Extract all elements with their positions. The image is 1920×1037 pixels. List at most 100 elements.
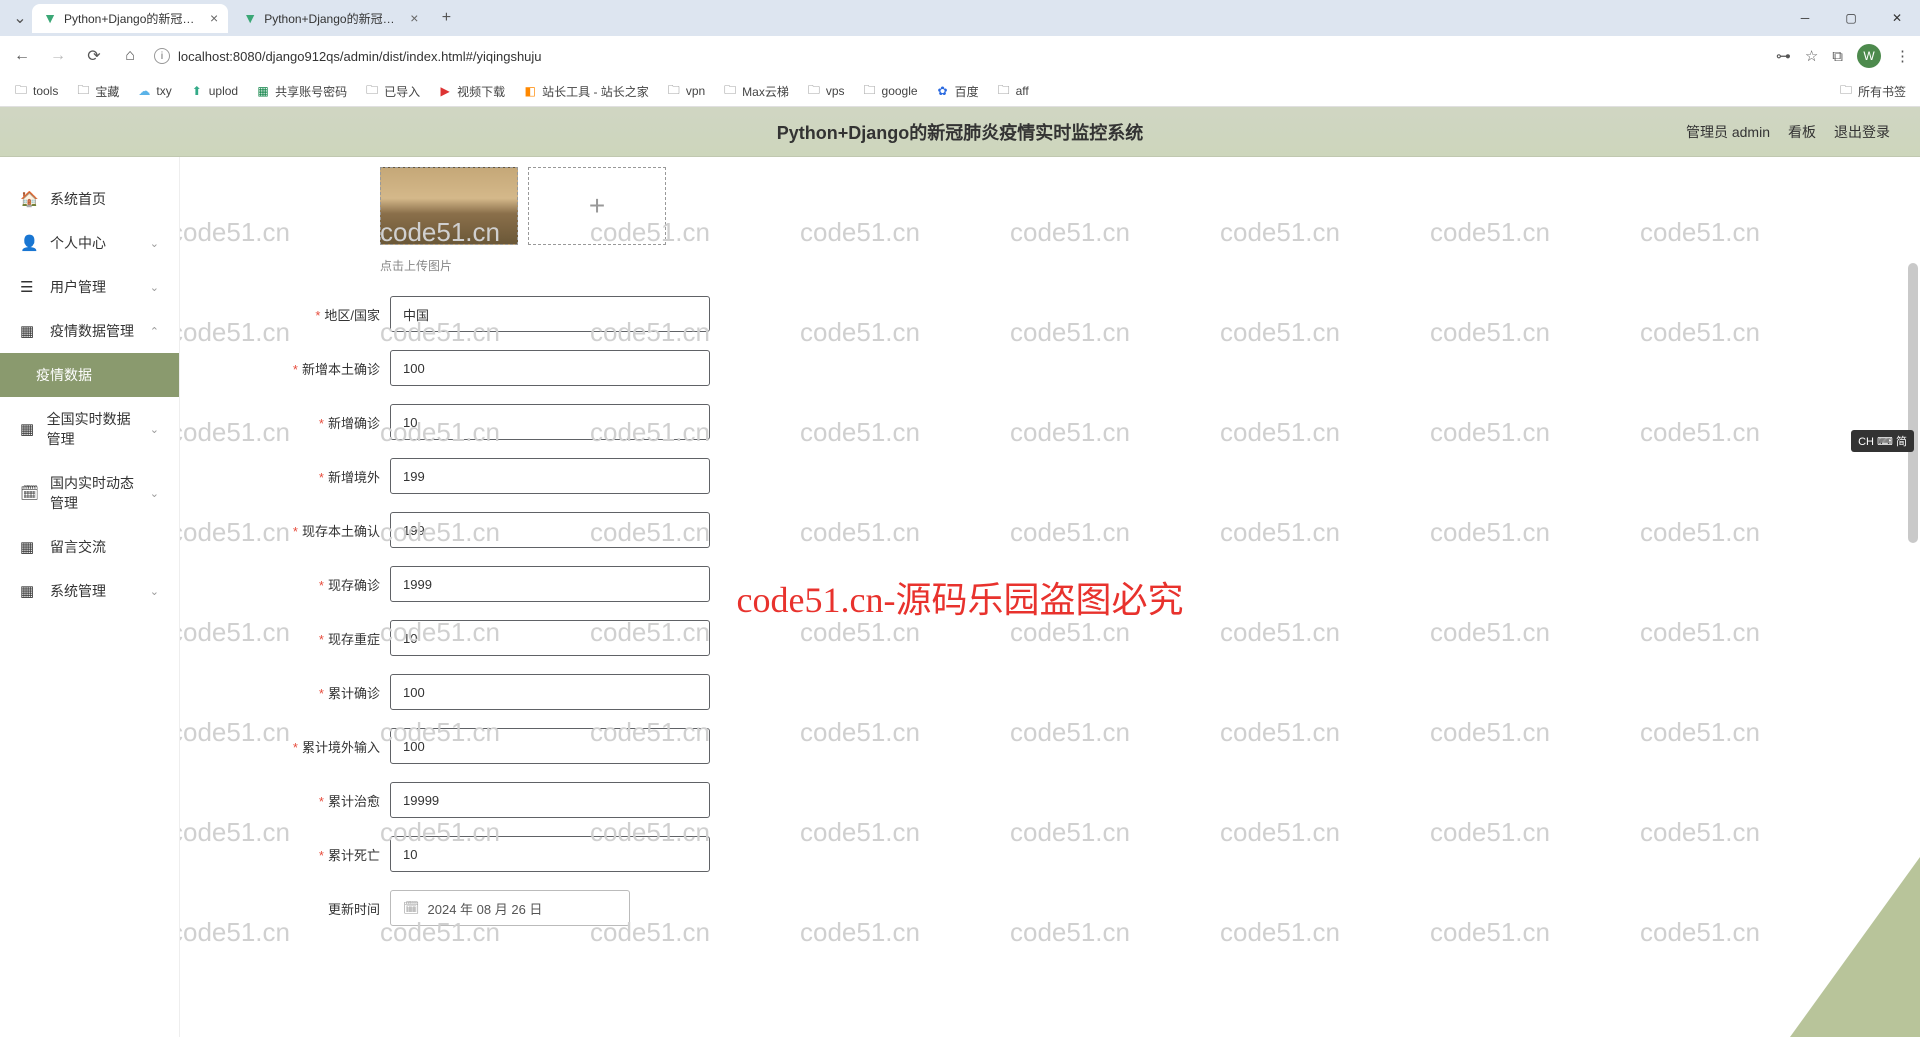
admin-label[interactable]: 管理员 admin [1686,122,1770,142]
folder-icon: 🗀 [76,84,90,98]
site-info-icon[interactable]: i [154,48,170,64]
folder-icon: 🗀 [14,84,28,98]
password-icon[interactable]: ⊶ [1776,47,1791,65]
minimize-button[interactable]: ─ [1782,0,1828,36]
calendar-icon: 🗓 [403,900,420,916]
form-input-8[interactable] [390,728,710,764]
form-input-5[interactable] [390,566,710,602]
browser-chrome: ⌄ ▼ Python+Django的新冠肺炎疫 × ▼ Python+Djang… [0,0,1920,107]
folder-icon: 🗀 [667,84,681,98]
maximize-button[interactable]: ▢ [1828,0,1874,36]
form-row-date: 更新时间 🗓 2024 年 08 月 26 日 [280,890,1880,926]
bookmark-txy[interactable]: ☁txy [137,84,171,98]
tab-title: Python+Django的新冠肺炎疫 [64,10,204,27]
main-layout: code51.cncode51.cncode51.cncode51.cncode… [0,157,1920,1037]
sidebar-item-epidemic-active[interactable]: 疫情数据 [0,353,179,397]
chevron-down-icon: ⌄ [150,237,159,250]
bookmark-imported[interactable]: 🗀已导入 [365,83,420,100]
grid-icon: ▦ [20,420,35,438]
form-input-10[interactable] [390,836,710,872]
all-bookmarks[interactable]: 🗀所有书签 [1839,83,1906,100]
form-row: 现存本土确认 [280,512,1880,548]
form-row: 新增本土确诊 [280,350,1880,386]
browser-tab[interactable]: ▼ Python+Django的新冠肺炎疫 × [232,4,428,33]
forward-button[interactable]: → [46,47,70,65]
profile-avatar[interactable]: W [1857,44,1881,68]
sidebar-item-home[interactable]: 🏠 系统首页 [0,177,179,221]
tab-dropdown[interactable]: ⌄ [8,8,32,28]
upload-thumbnail[interactable] [380,167,518,245]
form-row: 地区/国家 [280,296,1880,332]
browser-tab-active[interactable]: ▼ Python+Django的新冠肺炎疫 × [32,4,228,33]
dashboard-link[interactable]: 看板 [1788,122,1816,142]
bookmark-google[interactable]: 🗀google [863,84,918,98]
ime-badge[interactable]: CH ⌨ 简 [1851,430,1914,452]
calendar-icon: 🗓 [20,484,38,502]
form-label: 现存确诊 [280,575,390,594]
form-input-1[interactable] [390,350,710,386]
address-actions: ⊶ ☆ ⧉ W ⋮ [1776,44,1910,68]
home-button[interactable]: ⌂ [118,47,142,65]
close-icon[interactable]: × [210,10,218,26]
logout-link[interactable]: 退出登录 [1834,122,1890,142]
sidebar-item-national[interactable]: ▦ 全国实时数据管理 ⌄ [0,397,179,461]
form-input-7[interactable] [390,674,710,710]
form-row: 累计境外输入 [280,728,1880,764]
grid-icon: ▦ [20,322,38,340]
extensions-icon[interactable]: ⧉ [1832,48,1843,65]
sidebar-item-domestic[interactable]: 🗓 国内实时动态管理 ⌄ [0,461,179,525]
url-box[interactable]: i localhost:8080/django912qs/admin/dist/… [154,48,1764,64]
scrollbar-thumb[interactable] [1908,263,1918,543]
close-window-button[interactable]: ✕ [1874,0,1920,36]
form-input-0[interactable] [390,296,710,332]
upload-add-button[interactable]: + [528,167,666,245]
close-icon[interactable]: × [410,10,418,26]
form-input-6[interactable] [390,620,710,656]
bookmark-baidu[interactable]: ✿百度 [936,83,979,100]
bookmark-star-icon[interactable]: ☆ [1805,47,1818,65]
form-label: 新增境外 [280,467,390,486]
form-label: 现存本土确认 [280,521,390,540]
sidebar-item-users[interactable]: ☰ 用户管理 ⌄ [0,265,179,309]
bookmark-zhanzhang[interactable]: ◧站长工具 - 站长之家 [523,83,649,100]
bookmark-baoz[interactable]: 🗀宝藏 [76,83,119,100]
chevron-down-icon: ⌄ [150,585,159,598]
sidebar-item-epidemic-data[interactable]: ▦ 疫情数据管理 ⌃ [0,309,179,353]
sidebar-item-system[interactable]: ▦ 系统管理 ⌄ [0,569,179,613]
form-input-3[interactable] [390,458,710,494]
bookmark-aff[interactable]: 🗀aff [997,84,1029,98]
form-input-9[interactable] [390,782,710,818]
folder-icon: 🗀 [997,84,1011,98]
form-row: 累计死亡 [280,836,1880,872]
sheet-icon: ▦ [256,84,270,98]
bookmark-vps[interactable]: 🗀vps [807,84,845,98]
bookmark-max[interactable]: 🗀Max云梯 [723,83,789,100]
grid-icon: ▦ [20,582,38,600]
reload-button[interactable]: ⟳ [82,46,106,66]
list-icon: ☰ [20,278,38,296]
form-label: 累计死亡 [280,845,390,864]
form-input-4[interactable] [390,512,710,548]
bookmark-tools[interactable]: 🗀tools [14,84,58,98]
form-label: 新增本土确诊 [280,359,390,378]
form-input-2[interactable] [390,404,710,440]
menu-icon[interactable]: ⋮ [1895,47,1910,65]
window-controls: ─ ▢ ✕ [1782,0,1920,36]
bookmark-vpn[interactable]: 🗀vpn [667,84,705,98]
sidebar-item-message[interactable]: ▦ 留言交流 [0,525,179,569]
chevron-down-icon: ⌄ [150,487,159,500]
date-picker[interactable]: 🗓 2024 年 08 月 26 日 [390,890,630,926]
new-tab-button[interactable]: + [432,9,460,27]
tool-icon: ◧ [523,84,537,98]
sidebar-item-profile[interactable]: 👤 个人中心 ⌄ [0,221,179,265]
bookmark-share[interactable]: ▦共享账号密码 [256,83,347,100]
chevron-down-icon: ⌄ [150,281,159,294]
back-button[interactable]: ← [10,47,34,65]
form-label: 累计确诊 [280,683,390,702]
bookmarks-bar: 🗀tools 🗀宝藏 ☁txy ⬆uplod ▦共享账号密码 🗀已导入 ▶视频下… [0,76,1920,106]
form-label: 现存重症 [280,629,390,648]
bookmark-uplod[interactable]: ⬆uplod [190,84,238,98]
bookmark-video[interactable]: ▶视频下载 [438,83,505,100]
app-title: Python+Django的新冠肺炎疫情实时监控系统 [777,119,1144,145]
grid-icon: ▦ [20,538,38,556]
